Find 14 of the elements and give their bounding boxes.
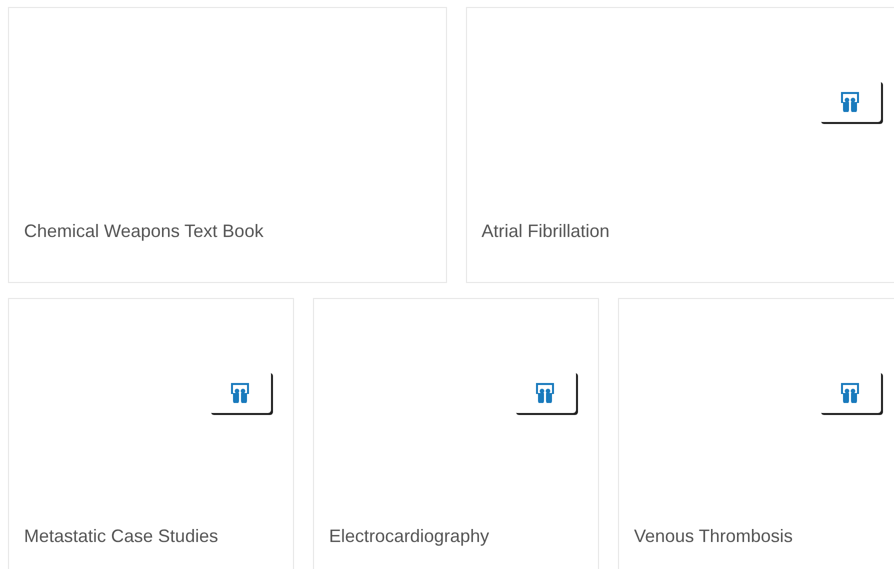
content-card[interactable]: Chemical Weapons Text Book — [8, 7, 446, 283]
presentation-icon — [229, 381, 251, 403]
presentation-icon — [839, 90, 861, 112]
card-title: Electrocardiography — [329, 526, 490, 546]
content-card[interactable]: Metastatic Case Studies — [8, 298, 294, 569]
content-card[interactable]: Venous Thrombosis — [618, 298, 894, 569]
card-title: Chemical Weapons Text Book — [24, 221, 264, 241]
content-card[interactable]: Electrocardiography — [313, 298, 599, 569]
card-title: Venous Thrombosis — [634, 526, 793, 546]
card-title: Metastatic Case Studies — [24, 526, 218, 546]
content-card[interactable]: Atrial Fibrillation — [466, 7, 894, 283]
presentation-icon — [839, 381, 861, 403]
card-title: Atrial Fibrillation — [482, 221, 610, 241]
presentation-icon — [534, 381, 556, 403]
